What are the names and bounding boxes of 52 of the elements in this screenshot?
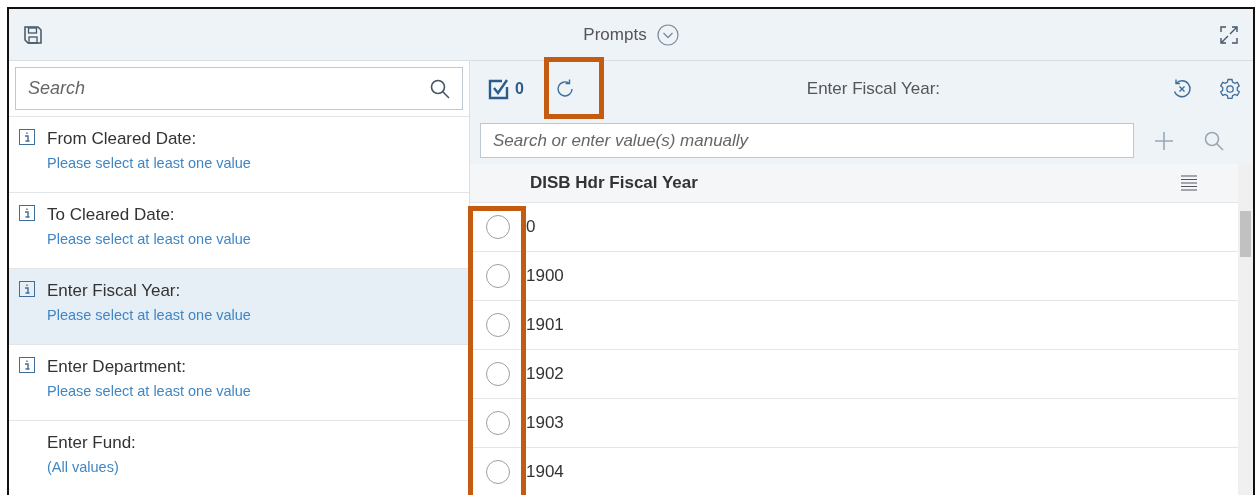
column-menu-button[interactable] <box>1180 174 1198 192</box>
prompt-label: Enter Department: <box>47 357 187 377</box>
prompt-label: Enter Fiscal Year: <box>47 281 182 301</box>
collapse-button[interactable] <box>656 23 679 46</box>
radio-button[interactable] <box>486 313 510 337</box>
prompt-status: Please select at least one value <box>47 231 251 247</box>
prompt-label: To Cleared Date: <box>47 205 176 225</box>
save-icon <box>23 24 43 45</box>
maximize-button[interactable] <box>1219 24 1239 45</box>
radio-button[interactable] <box>486 362 510 386</box>
year-value: 1900 <box>526 266 564 286</box>
clear-button[interactable] <box>1171 78 1193 100</box>
prompt-item[interactable]: From Cleared Date: Please select at least one value <box>9 116 469 192</box>
prompt-item[interactable]: Enter Department: Please select at least one value <box>9 344 469 420</box>
search-icon[interactable] <box>430 78 450 99</box>
prompt-status: Please select at least one value <box>47 307 251 323</box>
year-value: 1902 <box>526 364 564 384</box>
radio-button[interactable] <box>486 411 510 435</box>
year-value: 1903 <box>526 413 564 433</box>
reset-icon <box>1171 78 1193 100</box>
value-row[interactable]: 1901 <box>470 301 1238 350</box>
value-row[interactable]: 0 <box>470 203 1238 252</box>
checkbox-icon <box>488 78 510 100</box>
prompt-label: From Cleared Date: <box>47 129 198 149</box>
year-value: 1901 <box>526 315 564 335</box>
radio-button[interactable] <box>486 215 510 239</box>
value-row[interactable]: 1902 <box>470 350 1238 399</box>
year-value: 0 <box>526 217 536 237</box>
year-value: 1904 <box>526 462 564 482</box>
prompt-item[interactable]: Enter Fiscal Year: Please select at least one value <box>9 268 469 344</box>
radio-button[interactable] <box>486 460 510 484</box>
prompt-status: Please select at least one value <box>47 383 251 399</box>
window-title: Prompts <box>583 24 647 45</box>
scrollbar[interactable] <box>1238 164 1253 495</box>
prompt-label: Enter Fund: <box>47 433 136 453</box>
chevron-down-icon <box>656 23 679 46</box>
prompt-status: (All values) <box>47 459 120 475</box>
column-header: DISB Hdr Fiscal Year <box>530 173 699 193</box>
selected-count: 0 <box>515 80 524 98</box>
settings-button[interactable] <box>1219 78 1241 100</box>
value-row[interactable]: 1903 <box>470 399 1238 448</box>
settings-icon <box>1219 78 1241 100</box>
value-row[interactable]: 1900 <box>470 252 1238 301</box>
prompt-item[interactable]: Enter Fund: (All values) <box>9 420 469 495</box>
add-button[interactable] <box>1154 130 1174 151</box>
panel-title: Enter Fiscal Year: <box>805 79 942 99</box>
prompt-status: Please select at least one value <box>47 155 251 171</box>
radio-button[interactable] <box>486 264 510 288</box>
expand-icon <box>1219 24 1239 45</box>
list-icon <box>1180 174 1198 192</box>
plus-icon <box>1154 130 1174 151</box>
save-button[interactable] <box>23 24 43 45</box>
